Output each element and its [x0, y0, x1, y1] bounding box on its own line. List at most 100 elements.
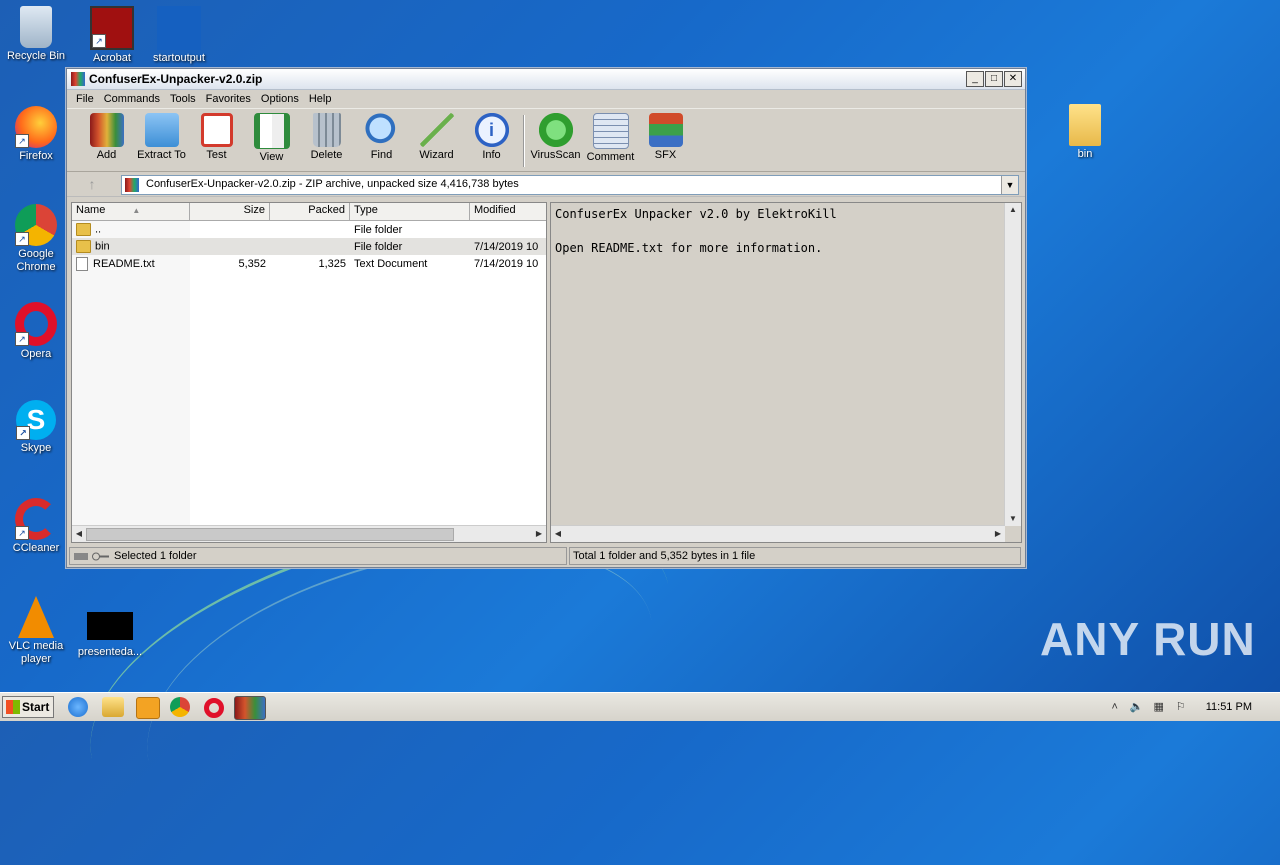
info-icon: i — [474, 113, 509, 147]
toolbar-label: View — [259, 151, 284, 163]
file-row[interactable]: README.txt 5,352 1,325 Text Document 7/1… — [72, 255, 546, 272]
toolbar-label: Extract To — [137, 149, 186, 161]
menu-tools[interactable]: Tools — [165, 93, 201, 105]
chrome-icon: ↗ — [15, 204, 57, 246]
status-left-text: Selected 1 folder — [114, 550, 197, 562]
status-right: Total 1 folder and 5,352 bytes in 1 file — [569, 547, 1021, 565]
add-archive-icon — [89, 113, 124, 147]
sort-arrow-icon: ▲ — [132, 206, 141, 215]
desktop-icon-firefox[interactable]: ↗ Firefox — [1, 106, 71, 163]
info-button[interactable]: i Info — [464, 109, 519, 161]
desktop-icon-acrobat[interactable]: ↗ Acrobat — [77, 6, 147, 65]
file-name: README.txt — [93, 257, 155, 270]
desktop-icon-label: presenteda... — [77, 646, 143, 658]
window-titlebar[interactable]: ConfuserEx-Unpacker-v2.0.zip _ □ ✕ — [67, 69, 1025, 90]
toolbar-label: Wizard — [419, 149, 454, 161]
horizontal-scrollbar[interactable]: ◀ ▶ — [72, 525, 546, 542]
sfx-button[interactable]: SFX — [638, 109, 693, 161]
comment-icon — [592, 113, 629, 149]
column-header-size[interactable]: Size — [190, 203, 270, 220]
extract-folder-icon — [144, 113, 179, 147]
vertical-scrollbar[interactable]: ▲ ▼ — [1004, 203, 1021, 526]
wizard-button[interactable]: Wizard — [409, 109, 464, 161]
action-center-flag-icon[interactable]: ⚐ — [1174, 700, 1188, 714]
desktop-icon-bin[interactable]: bin — [1050, 104, 1120, 161]
find-button[interactable]: Find — [354, 109, 409, 161]
column-header-label: Name — [76, 204, 106, 216]
archive-icon — [125, 178, 139, 192]
column-header-modified[interactable]: Modified — [470, 203, 546, 220]
toolbar-label: SFX — [654, 149, 677, 161]
file-row[interactable]: bin File folder 7/14/2019 10 — [72, 238, 546, 255]
minimize-button[interactable]: _ — [966, 71, 984, 87]
opera-icon[interactable] — [204, 698, 224, 718]
test-button[interactable]: Test — [189, 109, 244, 161]
address-field[interactable]: ConfuserEx-Unpacker-v2.0.zip - ZIP archi… — [121, 175, 1019, 195]
desktop-icon-opera[interactable]: ↗ Opera — [1, 302, 71, 361]
scroll-left-icon[interactable]: ◀ — [552, 528, 564, 540]
desktop-icon-startoutput[interactable]: startoutput — [144, 6, 214, 65]
maximize-button[interactable]: □ — [985, 71, 1003, 87]
desktop-icon-skype[interactable]: S ↗ Skype — [1, 400, 71, 455]
menu-favorites[interactable]: Favorites — [201, 93, 256, 105]
horizontal-scrollbar[interactable]: ◀ ▶ — [551, 525, 1005, 542]
network-icon[interactable]: ▦ — [1152, 700, 1166, 714]
desktop-icon-label: bin — [1077, 148, 1093, 160]
internet-explorer-icon[interactable] — [68, 697, 88, 717]
archive-comment-text: ConfuserEx Unpacker v2.0 by ElektroKill O… — [555, 206, 837, 257]
view-button[interactable]: View — [244, 109, 299, 163]
desktop-icon-ccleaner[interactable]: ↗ CCleaner — [1, 498, 71, 555]
file-modified: 7/14/2019 10 — [474, 257, 539, 270]
comment-button[interactable]: Comment — [583, 109, 638, 163]
desktop-icon-vlc[interactable]: VLC media player — [1, 596, 71, 666]
column-header-packed[interactable]: Packed — [270, 203, 350, 220]
desktop-icon-label: Opera — [20, 348, 52, 360]
winrar-taskbar-icon[interactable] — [234, 696, 266, 720]
test-clipboard-icon — [200, 113, 233, 147]
sfx-books-icon — [648, 113, 683, 147]
console-app-icon — [87, 612, 133, 640]
show-hidden-icons-chevron-icon[interactable]: ˄ — [1108, 700, 1122, 714]
scroll-up-icon[interactable]: ▲ — [1007, 204, 1019, 216]
wallpaper-swoosh — [121, 516, 679, 865]
desktop-icon-label: Recycle Bin — [6, 50, 66, 62]
desktop-icon-presenteda[interactable]: presenteda... — [75, 612, 145, 659]
add-button[interactable]: Add — [79, 109, 134, 161]
desktop-icon-recycle-bin[interactable]: Recycle Bin — [1, 6, 71, 63]
file-packed: 1,325 — [318, 257, 346, 270]
scroll-down-icon[interactable]: ▼ — [1007, 513, 1019, 525]
column-header-name[interactable]: Name ▲ — [72, 203, 190, 220]
start-button[interactable]: Start — [2, 696, 54, 718]
virusscan-button[interactable]: VirusScan — [528, 109, 583, 161]
status-left: Selected 1 folder — [69, 547, 567, 565]
chrome-icon[interactable] — [170, 697, 190, 717]
virusscan-bug-icon — [538, 113, 573, 147]
firefox-icon: ↗ — [15, 106, 57, 148]
up-arrow-icon[interactable]: ↑ — [77, 176, 107, 192]
file-list: Name ▲ Size Packed Type Modified .. File… — [71, 202, 547, 543]
menu-options[interactable]: Options — [256, 93, 304, 105]
desktop-icon-google-chrome[interactable]: ↗ Google Chrome — [1, 204, 71, 274]
desktop-icon-label: Firefox — [19, 150, 53, 162]
delete-button[interactable]: Delete — [299, 109, 354, 161]
extract-to-button[interactable]: Extract To — [134, 109, 189, 161]
column-header-type[interactable]: Type — [350, 203, 470, 220]
menu-file[interactable]: File — [71, 93, 99, 105]
menu-help[interactable]: Help — [304, 93, 337, 105]
find-magnifier-icon — [364, 113, 399, 147]
chevron-down-icon[interactable]: ▼ — [1001, 176, 1018, 194]
scroll-right-icon[interactable]: ▶ — [533, 528, 545, 540]
scroll-right-icon[interactable]: ▶ — [992, 528, 1004, 540]
explorer-folder-icon[interactable] — [102, 697, 124, 717]
media-player-icon[interactable] — [136, 697, 160, 719]
clock[interactable]: 11:51 PM — [1206, 701, 1252, 713]
scrollbar-thumb[interactable] — [86, 528, 454, 541]
volume-speaker-icon[interactable]: 🔈 — [1130, 700, 1144, 714]
close-button[interactable]: ✕ — [1004, 71, 1022, 87]
file-row[interactable]: .. File folder — [72, 221, 546, 238]
scroll-left-icon[interactable]: ◀ — [73, 528, 85, 540]
menu-commands[interactable]: Commands — [99, 93, 165, 105]
toolbar-label: Comment — [586, 151, 635, 163]
comment-line — [555, 223, 837, 240]
archive-comment-pane: ConfuserEx Unpacker v2.0 by ElektroKill O… — [550, 202, 1022, 543]
